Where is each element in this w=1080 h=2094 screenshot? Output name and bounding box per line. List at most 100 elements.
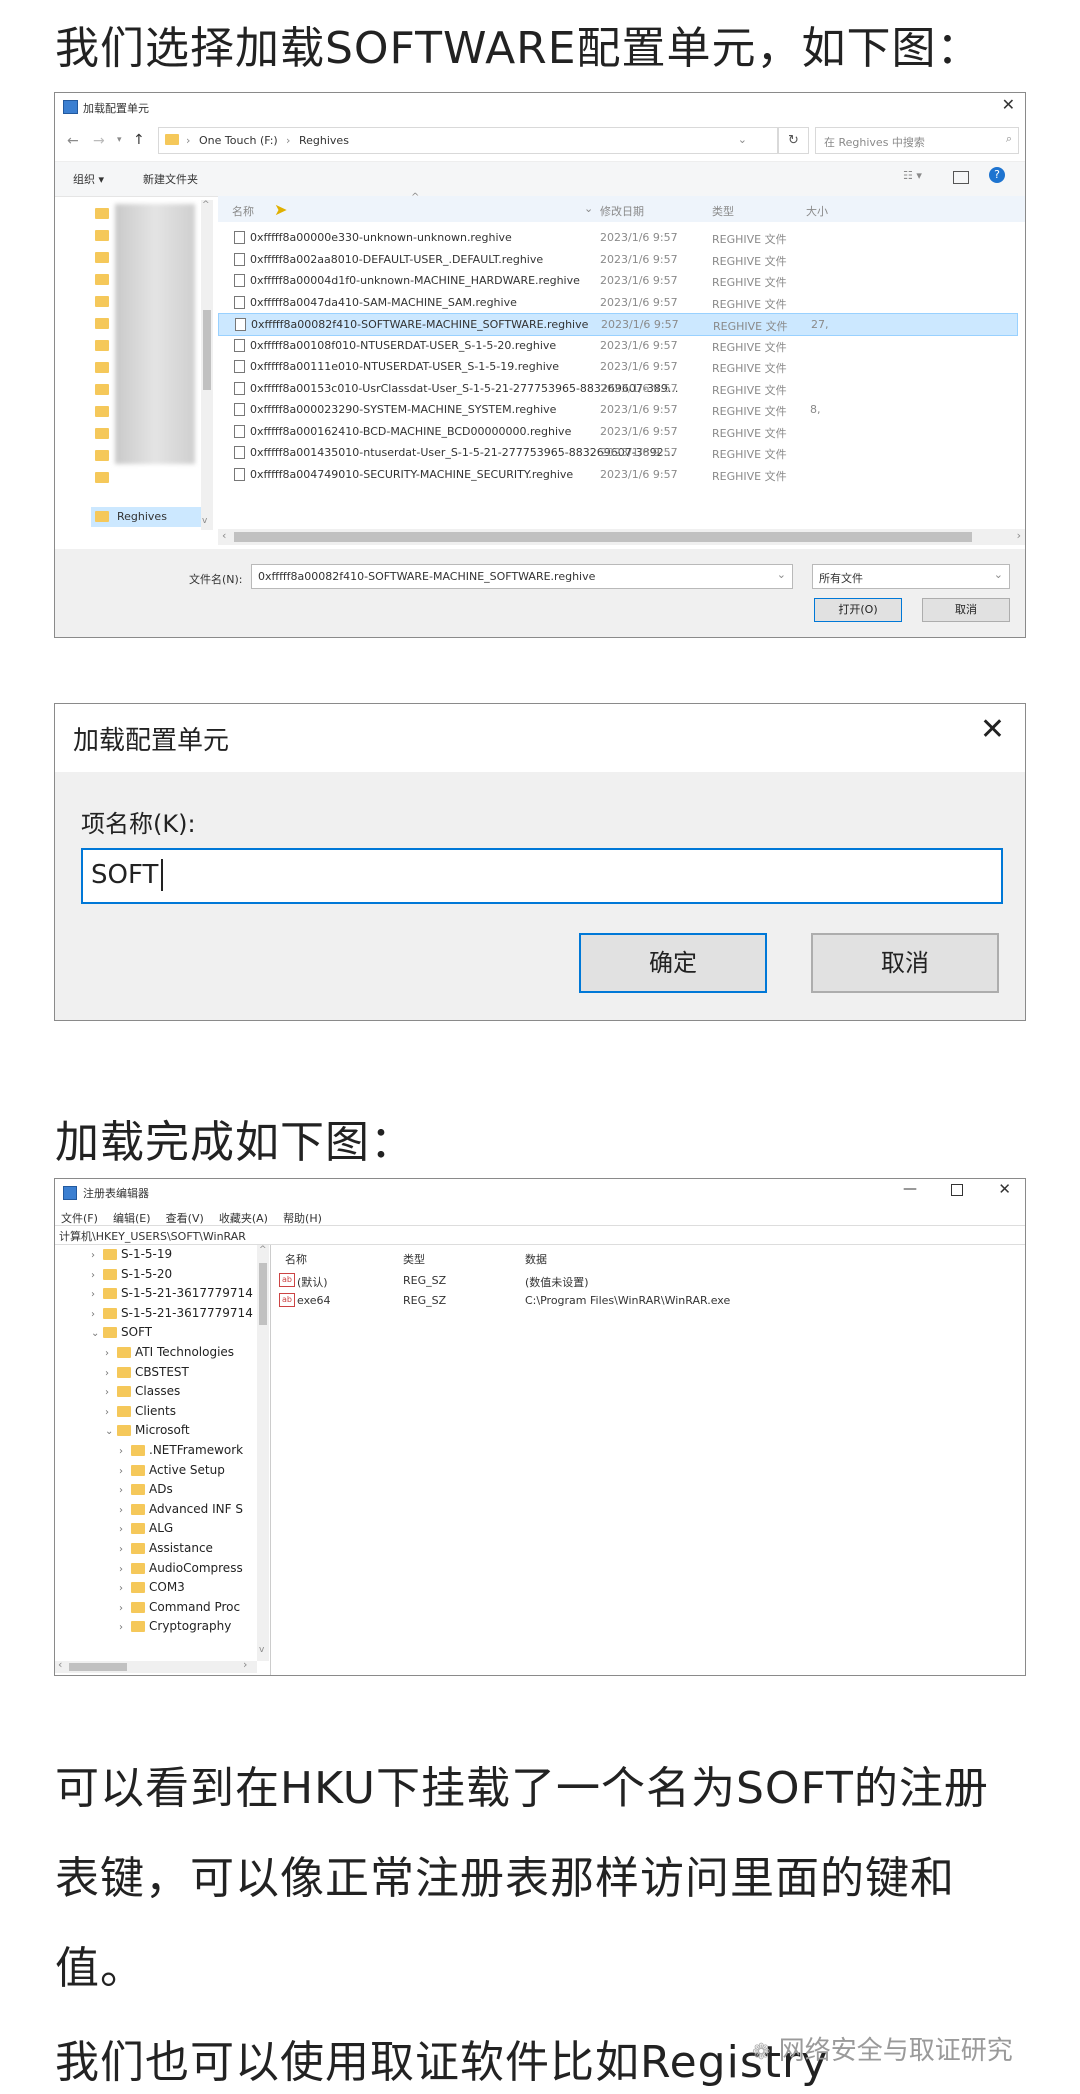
search-box[interactable]: 在 Reghives 中搜索 ⌕ (815, 127, 1019, 154)
tree-item[interactable]: › Command Proc (119, 1600, 240, 1614)
chevron-up-icon[interactable]: ^ (259, 1245, 267, 1255)
tree-item[interactable]: ⌄ SOFT (91, 1325, 152, 1339)
chevron-right-icon[interactable]: › (91, 1250, 103, 1261)
forward-arrow-icon[interactable]: → (93, 133, 105, 149)
value-row[interactable]: ab exe64 REG_SZ C:\Program Files\WinRAR\Win… (273, 1291, 1013, 1309)
chevron-down-icon[interactable]: ⌄ (777, 568, 786, 581)
file-row[interactable]: 0xfffff8a00153c010-UsrClassdat-User_S-1-… (218, 378, 1016, 399)
file-row[interactable]: 0xfffff8a000023290-SYSTEM-MACHINE_SYSTEM… (218, 399, 1016, 420)
tree-item[interactable]: › Active Setup (119, 1463, 225, 1477)
recent-dropdown-icon[interactable]: ▾ (117, 135, 122, 145)
file-type-select[interactable]: 所有文件 ⌄ (812, 564, 1010, 589)
tree-item[interactable]: › COM3 (119, 1580, 185, 1594)
view-options-icon[interactable]: ☷ ▾ (903, 169, 922, 182)
chevron-right-icon[interactable]: › (1017, 529, 1021, 542)
tree-item[interactable]: ⌄ Microsoft (105, 1423, 190, 1437)
tree-item[interactable]: › AudioCompress (119, 1561, 243, 1575)
col-size[interactable]: 大小 (806, 203, 828, 219)
chevron-right-icon[interactable]: › (91, 1289, 103, 1300)
tree-horizontal-scrollbar[interactable]: ‹ › (55, 1658, 257, 1673)
tree-item[interactable]: › CBSTEST (105, 1365, 189, 1379)
col-type[interactable]: 类型 (712, 203, 734, 219)
chevron-right-icon[interactable]: › (119, 1564, 131, 1575)
menu-help[interactable]: 帮助(H) (283, 1212, 322, 1225)
chevron-right-icon[interactable]: › (119, 1446, 131, 1457)
col-type[interactable]: 类型 (403, 1251, 425, 1267)
ok-button[interactable]: 确定 (579, 933, 767, 993)
tree-item[interactable]: › S-1-5-21-3617779714 (91, 1306, 253, 1320)
tree-item[interactable]: › Assistance (119, 1541, 213, 1555)
back-arrow-icon[interactable]: ← (67, 133, 79, 149)
chevron-right-icon[interactable]: › (91, 1270, 103, 1281)
chevron-right-icon[interactable]: › (243, 1658, 247, 1671)
nav-scrollbar[interactable]: ^ v (201, 200, 213, 530)
tree-item[interactable]: › .NETFramework (119, 1443, 243, 1457)
minimize-icon[interactable]: — (903, 1181, 917, 1197)
col-modified[interactable]: 修改日期 (600, 203, 644, 219)
col-name[interactable]: 名称 (285, 1251, 307, 1267)
file-row[interactable]: 0xfffff8a0047da410-SAM-MACHINE_SAM.reghi… (218, 292, 1016, 313)
file-row[interactable]: 0xfffff8a00111e010-NTUSERDAT-USER_S-1-5-… (218, 356, 1016, 377)
breadcrumb-drive[interactable]: One Touch (F:) (199, 134, 278, 147)
tree-item[interactable]: › Cryptography (119, 1619, 231, 1633)
up-arrow-icon[interactable]: ↑ (133, 132, 145, 148)
file-row[interactable]: 0xfffff8a001435010-ntuserdat-User_S-1-5-… (218, 442, 1016, 463)
tree-item[interactable]: › ALG (119, 1521, 173, 1535)
file-row[interactable]: 0xfffff8a004749010-SECURITY-MACHINE_SECU… (218, 464, 1016, 485)
chevron-right-icon[interactable]: › (105, 1348, 117, 1359)
menu-edit[interactable]: 编辑(E) (113, 1212, 151, 1225)
chevron-down-icon[interactable]: ⌄ (738, 133, 747, 146)
tree-item[interactable]: › Classes (105, 1384, 180, 1398)
chevron-right-icon[interactable]: › (105, 1407, 117, 1418)
tree-vertical-scrollbar[interactable]: ^ v (257, 1245, 269, 1661)
tree-item[interactable]: › ATI Technologies (105, 1345, 234, 1359)
chevron-left-icon[interactable]: ‹ (222, 529, 226, 542)
scroll-thumb[interactable] (69, 1663, 127, 1671)
chevron-right-icon[interactable]: › (119, 1583, 131, 1594)
scroll-thumb[interactable] (259, 1263, 267, 1325)
horizontal-scrollbar[interactable]: ‹ › (218, 529, 1025, 545)
close-icon[interactable]: ✕ (1002, 95, 1015, 114)
chevron-left-icon[interactable]: ‹ (58, 1658, 62, 1671)
menu-favorites[interactable]: 收藏夹(A) (219, 1212, 268, 1225)
chevron-right-icon[interactable]: › (119, 1544, 131, 1555)
file-row[interactable]: 0xfffff8a00000e330-unknown-unknown.reghi… (218, 227, 1016, 248)
chevron-right-icon[interactable]: › (105, 1387, 117, 1398)
refresh-button[interactable]: ↻ (778, 127, 809, 154)
chevron-right-icon[interactable]: › (119, 1524, 131, 1535)
chevron-down-icon[interactable]: ⌄ (994, 568, 1003, 581)
file-row[interactable]: 0xfffff8a00004d1f0-unknown-MACHINE_HARDW… (218, 270, 1016, 291)
chevron-down-icon[interactable]: ⌄ (91, 1328, 103, 1339)
tree-item[interactable]: › Clients (105, 1404, 176, 1418)
tree-item[interactable]: › ADs (119, 1482, 173, 1496)
maximize-icon[interactable] (951, 1184, 963, 1196)
value-row[interactable]: ab (默认) REG_SZ (数值未设置) (273, 1271, 1013, 1289)
col-data[interactable]: 数据 (525, 1251, 547, 1267)
preview-pane-icon[interactable] (953, 171, 969, 184)
organize-menu[interactable]: 组织 ▾ (73, 171, 104, 187)
cancel-button[interactable]: 取消 (811, 933, 999, 993)
tree-item[interactable]: › S-1-5-19 (91, 1247, 172, 1261)
key-name-input[interactable]: SOFT (81, 848, 1003, 904)
chevron-down-icon[interactable]: ⌄ (105, 1426, 117, 1437)
file-row[interactable]: 0xfffff8a00082f410-SOFTWARE-MACHINE_SOFT… (218, 313, 1018, 336)
new-folder-button[interactable]: 新建文件夹 (143, 171, 198, 187)
file-row[interactable]: 0xfffff8a000162410-BCD-MACHINE_BCD000000… (218, 421, 1016, 442)
chevron-right-icon[interactable]: › (119, 1622, 131, 1633)
scroll-thumb[interactable] (234, 532, 972, 542)
chevron-up-icon[interactable]: ^ (202, 200, 210, 210)
chevron-right-icon[interactable]: › (119, 1603, 131, 1614)
scroll-thumb[interactable] (203, 310, 211, 390)
help-icon[interactable]: ? (989, 167, 1005, 183)
chevron-down-icon[interactable]: ⌄ (584, 202, 593, 215)
cancel-button[interactable]: 取消 (922, 598, 1010, 622)
address-bar[interactable]: › One Touch (F:) › Reghives ⌄ (158, 127, 778, 154)
filename-input[interactable]: 0xfffff8a00082f410-SOFTWARE-MACHINE_SOFT… (251, 564, 793, 589)
file-row[interactable]: 0xfffff8a002aa8010-DEFAULT-USER_.DEFAULT… (218, 249, 1016, 270)
menu-view[interactable]: 查看(V) (166, 1212, 204, 1225)
open-button[interactable]: 打开(O) (814, 598, 902, 622)
col-name[interactable]: 名称 (232, 203, 254, 219)
chevron-right-icon[interactable]: › (105, 1368, 117, 1379)
sidebar-item-reghives[interactable]: Reghives (91, 507, 211, 527)
close-icon[interactable]: ✕ (998, 1180, 1011, 1198)
